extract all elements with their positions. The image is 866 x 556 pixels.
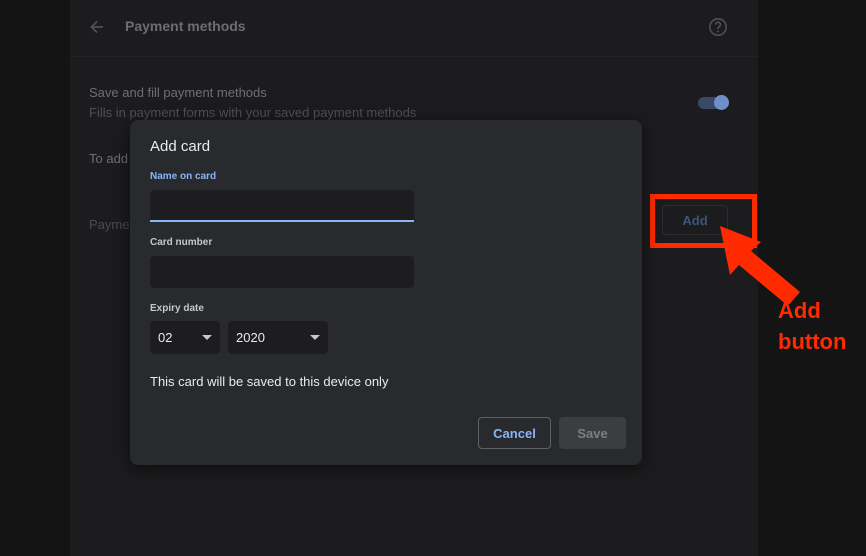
save-button[interactable]: Save — [559, 417, 626, 449]
expiry-year-value: 2020 — [236, 330, 265, 345]
setting-description: Fills in payment forms with your saved p… — [89, 105, 417, 120]
add-card-dialog: Add card Name on card Card number Expiry… — [130, 120, 642, 465]
device-only-note: This card will be saved to this device o… — [150, 374, 389, 389]
card-number-input[interactable] — [150, 256, 414, 288]
name-on-card-label: Name on card — [150, 171, 217, 182]
cancel-button[interactable]: Cancel — [478, 417, 551, 449]
header-divider — [70, 56, 758, 57]
expiry-month-value: 02 — [158, 330, 173, 345]
back-arrow-icon[interactable] — [88, 18, 106, 36]
expiry-date-label: Expiry date — [150, 303, 204, 314]
help-circle-icon[interactable] — [708, 17, 728, 37]
annotation-arrow-icon — [720, 226, 800, 304]
expiry-year-select[interactable]: 2020 — [228, 321, 328, 354]
caret-down-icon — [202, 335, 212, 340]
payment-methods-label: Payme — [89, 217, 130, 232]
to-add-text: To add — [89, 151, 129, 166]
setting-title: Save and fill payment methods — [89, 85, 267, 100]
annotation-label: Add button — [778, 298, 847, 354]
page-title: Payment methods — [125, 18, 246, 34]
expiry-month-select[interactable]: 02 — [150, 321, 220, 354]
name-on-card-input[interactable] — [150, 190, 414, 222]
page-header: Payment methods — [70, 0, 758, 56]
save-payment-toggle[interactable] — [698, 95, 729, 110]
caret-down-icon — [310, 335, 320, 340]
toggle-knob — [714, 95, 729, 110]
dialog-title: Add card — [150, 138, 211, 155]
card-number-label: Card number — [150, 237, 213, 248]
